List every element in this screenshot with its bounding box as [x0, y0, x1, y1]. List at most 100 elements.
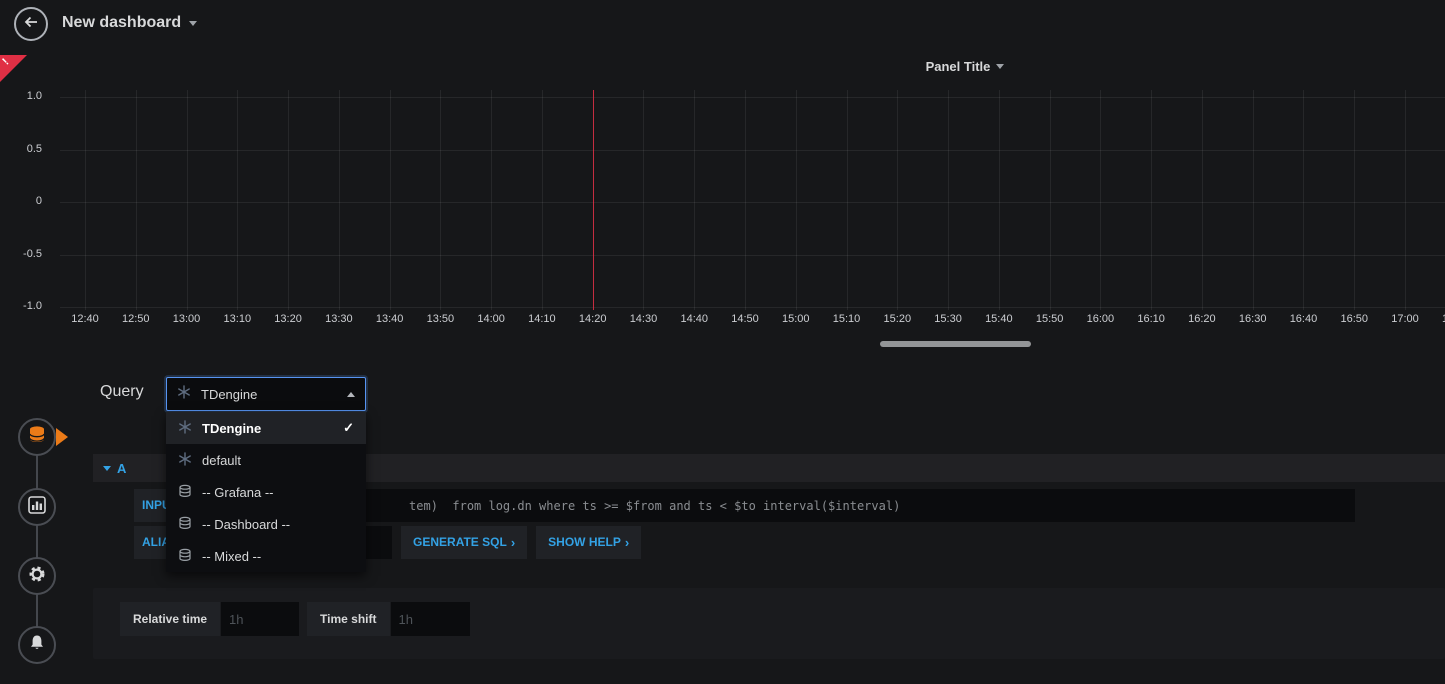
option-label: TDengine: [202, 421, 261, 436]
gridline-vertical: [847, 90, 848, 310]
tdengine-icon: [178, 420, 192, 437]
option-label: -- Grafana --: [202, 485, 274, 500]
dropdown-option-default[interactable]: default: [166, 444, 366, 476]
tdengine-icon: [177, 385, 191, 404]
y-tick-label: -1.0: [0, 300, 42, 312]
bell-icon: [28, 634, 46, 657]
gridline-horizontal: [60, 150, 1445, 151]
tab-rail-connector: [36, 437, 38, 645]
gridline-vertical: [694, 90, 695, 310]
active-tab-arrow-icon: [56, 428, 68, 446]
x-tick-label: 16:20: [1177, 313, 1227, 325]
gridline-vertical: [237, 90, 238, 310]
gridline-vertical: [339, 90, 340, 310]
time-options-row: Relative time Time shift: [120, 602, 470, 636]
gridline-horizontal: [60, 255, 1445, 256]
gridline-vertical: [542, 90, 543, 310]
y-axis-labels: 1.00.50-0.5-1.0: [0, 90, 42, 310]
gridline-vertical: [187, 90, 188, 310]
gridline-vertical: [1303, 90, 1304, 310]
caret-right-icon: ›: [625, 526, 629, 559]
time-options-panel: Relative time Time shift: [93, 588, 1445, 659]
datasource-picker-value: TDengine: [201, 387, 337, 402]
x-axis-labels: 12:4012:5013:0013:1013:2013:3013:4013:50…: [60, 313, 1445, 329]
x-tick-label: 13:50: [415, 313, 465, 325]
plot-area: [60, 90, 1445, 310]
gridline-vertical: [288, 90, 289, 310]
gridline-vertical: [1253, 90, 1254, 310]
x-tick-label: 15:00: [771, 313, 821, 325]
gridline-vertical: [948, 90, 949, 310]
tab-queries[interactable]: [18, 418, 56, 456]
gridline-horizontal: [60, 202, 1445, 203]
x-tick-label: 14:00: [466, 313, 516, 325]
x-tick-label: 17:10: [1431, 313, 1445, 325]
dropdown-option-dashboard[interactable]: -- Dashboard --: [166, 508, 366, 540]
tab-general[interactable]: [18, 557, 56, 595]
gridline-vertical: [1202, 90, 1203, 310]
x-tick-label: 14:10: [517, 313, 567, 325]
gridline-vertical: [1405, 90, 1406, 310]
tab-alert[interactable]: [18, 626, 56, 664]
dropdown-option-tdengine[interactable]: TDengine ✓: [166, 412, 366, 444]
sql-input-field[interactable]: tem) from log.dn where ts >= $from and t…: [215, 489, 1355, 522]
chevron-down-icon: [996, 64, 1004, 69]
show-help-label: SHOW HELP: [548, 526, 621, 559]
gridline-vertical: [1151, 90, 1152, 310]
gridline-horizontal: [60, 307, 1445, 308]
gridline-vertical: [491, 90, 492, 310]
panel-title-menu[interactable]: Panel Title: [905, 59, 1025, 74]
query-section-label: Query: [100, 383, 144, 401]
x-tick-label: 16:30: [1228, 313, 1278, 325]
show-help-button[interactable]: SHOW HELP ›: [536, 526, 641, 559]
bar-chart-icon: [28, 496, 46, 519]
dropdown-option-grafana[interactable]: -- Grafana --: [166, 476, 366, 508]
generate-sql-button[interactable]: GENERATE SQL ›: [401, 526, 527, 559]
x-tick-label: 16:00: [1075, 313, 1125, 325]
datasource-dropdown-menu: TDengine ✓ default -- Grafana -- -- Dash…: [166, 412, 366, 572]
panel-title-text: Panel Title: [926, 59, 991, 74]
page-root: New dashboard ! Panel Title 1.00.50-0.5-…: [0, 0, 1445, 684]
sql-text: tem) from log.dn where ts >= $from and t…: [409, 499, 900, 513]
gridline-vertical: [897, 90, 898, 310]
gridline-vertical: [999, 90, 1000, 310]
x-tick-label: 15:50: [1025, 313, 1075, 325]
database-icon: [178, 548, 192, 565]
gridline-horizontal: [60, 97, 1445, 98]
x-tick-label: 13:20: [263, 313, 313, 325]
gridline-vertical: [1100, 90, 1101, 310]
generate-sql-label: GENERATE SQL: [413, 526, 507, 559]
x-tick-label: 14:20: [568, 313, 618, 325]
dashboard-title[interactable]: New dashboard: [62, 14, 197, 32]
x-tick-label: 17:00: [1380, 313, 1430, 325]
collapse-caret-icon: [103, 466, 111, 471]
back-button[interactable]: [14, 7, 48, 41]
chevron-up-icon: [347, 392, 355, 397]
time-shift-label: Time shift: [307, 602, 389, 636]
y-tick-label: 0: [0, 195, 42, 207]
time-shift-input[interactable]: [391, 602, 470, 636]
dropdown-option-mixed[interactable]: -- Mixed --: [166, 540, 366, 572]
horizontal-scrollbar[interactable]: [880, 341, 1031, 347]
x-tick-label: 13:10: [212, 313, 262, 325]
relative-time-input[interactable]: [221, 602, 299, 636]
datasource-picker[interactable]: TDengine: [166, 377, 366, 411]
tab-visualization[interactable]: [18, 488, 56, 526]
caret-right-icon: ›: [511, 526, 515, 559]
gear-icon: [27, 564, 47, 589]
x-tick-label: 13:40: [365, 313, 415, 325]
chevron-down-icon: [189, 21, 197, 26]
option-label: -- Dashboard --: [202, 517, 290, 532]
gridline-vertical: [643, 90, 644, 310]
gridline-vertical: [390, 90, 391, 310]
tdengine-icon: [178, 452, 192, 469]
x-tick-label: 15:30: [923, 313, 973, 325]
option-label: -- Mixed --: [202, 549, 261, 564]
graph-panel: ! Panel Title 1.00.50-0.5-1.0 12:4012:50…: [0, 55, 1445, 347]
gridline-vertical: [85, 90, 86, 310]
gridline-vertical: [1050, 90, 1051, 310]
x-tick-label: 12:50: [111, 313, 161, 325]
database-icon: [178, 484, 192, 501]
x-tick-label: 13:30: [314, 313, 364, 325]
gridline-vertical: [440, 90, 441, 310]
